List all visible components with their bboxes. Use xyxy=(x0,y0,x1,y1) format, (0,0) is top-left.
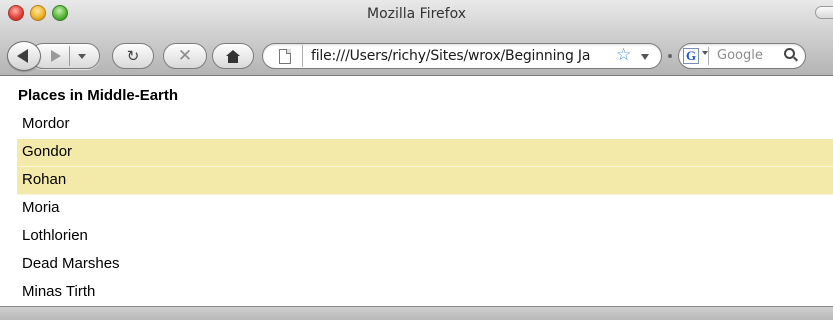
window-bottom-edge xyxy=(0,306,833,320)
page-heading: Places in Middle-Earth xyxy=(18,87,179,104)
engine-dropdown-icon xyxy=(702,51,708,55)
stop-button[interactable]: ✕ xyxy=(163,43,207,69)
history-dropdown-icon[interactable] xyxy=(78,54,86,59)
star-icon[interactable]: ☆ xyxy=(616,45,631,65)
places-list: Mordor Gondor Rohan Moria Lothlorien Dea… xyxy=(17,111,833,307)
list-item: Lothlorien xyxy=(22,227,88,244)
google-logo-icon: G xyxy=(683,48,699,64)
magnifier-icon[interactable] xyxy=(784,48,795,59)
home-button[interactable] xyxy=(212,43,254,69)
url-input[interactable]: file:///Users/richy/Sites/wrox/Beginning… xyxy=(311,48,611,66)
list-item: Moria xyxy=(22,199,60,216)
search-bar[interactable]: G Google xyxy=(678,43,806,69)
list-item: Mordor xyxy=(22,115,70,132)
forward-arrow-icon[interactable] xyxy=(51,50,61,62)
reload-button[interactable]: ↻ xyxy=(112,43,154,69)
title-bar: Mozilla Firefox xyxy=(0,0,833,34)
history-divider xyxy=(69,46,70,66)
address-bar[interactable]: file:///Users/richy/Sites/wrox/Beginning… xyxy=(262,43,662,69)
page-icon xyxy=(278,48,291,64)
list-item: Minas Tirth xyxy=(22,283,96,300)
browser-window: Mozilla Firefox ↻ ✕ file:///Users/richy/… xyxy=(0,0,833,320)
list-item: Gondor xyxy=(17,139,833,167)
search-engine-button[interactable]: G xyxy=(683,47,709,65)
reload-icon: ↻ xyxy=(126,48,140,65)
back-button[interactable] xyxy=(7,41,41,71)
url-history-dropdown-icon[interactable] xyxy=(641,54,649,60)
site-identity-button[interactable] xyxy=(267,45,303,67)
toolbar-toggle-button[interactable] xyxy=(815,6,833,19)
page-content: Places in Middle-Earth Mordor Gondor Roh… xyxy=(0,77,833,307)
stop-icon: ✕ xyxy=(177,46,193,65)
navigation-toolbar: ↻ ✕ file:///Users/richy/Sites/wrox/Begin… xyxy=(0,34,833,76)
back-arrow-icon xyxy=(17,49,28,63)
list-item: Rohan xyxy=(17,167,833,195)
search-input[interactable]: Google xyxy=(717,48,763,63)
toolbar-separator-dot xyxy=(668,54,672,58)
list-item: Dead Marshes xyxy=(22,255,120,272)
home-icon xyxy=(226,49,240,63)
window-title: Mozilla Firefox xyxy=(366,6,467,22)
